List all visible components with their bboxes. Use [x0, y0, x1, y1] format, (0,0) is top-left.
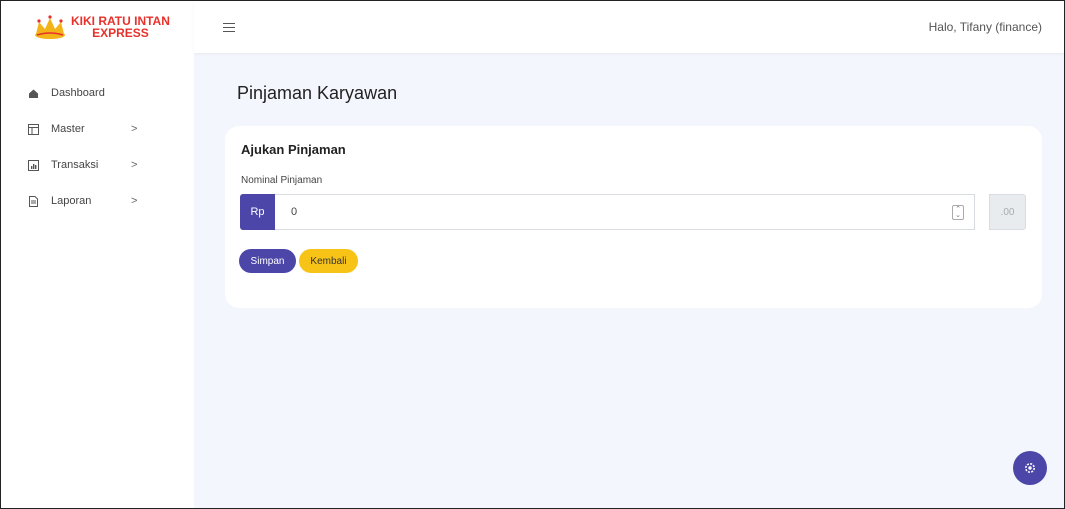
sidebar-item-dashboard[interactable]: Dashboard: [1, 75, 194, 111]
amount-input-group: Rp 0 ⌃ ⌄ .00: [240, 194, 1026, 230]
sidebar-menu: Dashboard Master > Transaksi > Laporan >: [1, 75, 194, 219]
sidebar-item-label: Dashboard: [51, 87, 105, 99]
chevron-right-icon: >: [131, 123, 138, 135]
home-icon: [27, 87, 39, 99]
loan-amount-value: 0: [291, 206, 298, 218]
crown-icon: [35, 15, 65, 39]
sidebar: KIKI RATU INTAN EXPRESS Dashboard Master…: [1, 1, 194, 508]
loan-amount-input[interactable]: 0 ⌃ ⌄: [275, 194, 975, 230]
number-spinner-icon[interactable]: ⌃ ⌄: [952, 205, 964, 220]
save-button[interactable]: Simpan: [239, 249, 296, 273]
table-icon: [27, 123, 39, 135]
document-icon: [27, 195, 39, 207]
back-button[interactable]: Kembali: [299, 249, 358, 273]
loan-form-card: Ajukan Pinjaman Nominal Pinjaman Rp 0 ⌃ ⌄…: [225, 126, 1042, 308]
amount-label: Nominal Pinjaman: [241, 175, 323, 186]
gear-icon: [1025, 463, 1035, 473]
chevron-right-icon: >: [131, 195, 138, 207]
brand-logo[interactable]: KIKI RATU INTAN EXPRESS: [1, 1, 194, 53]
chevron-right-icon: >: [131, 159, 138, 171]
top-bar: Halo, Tifany (finance): [194, 1, 1064, 53]
sidebar-item-label: Master: [51, 123, 85, 135]
sidebar-item-transaksi[interactable]: Transaksi >: [1, 147, 194, 183]
page-title: Pinjaman Karyawan: [237, 83, 398, 103]
settings-fab[interactable]: [1013, 451, 1047, 485]
user-greeting[interactable]: Halo, Tifany (finance): [929, 20, 1042, 34]
sidebar-item-master[interactable]: Master >: [1, 111, 194, 147]
sidebar-item-label: Transaksi: [51, 159, 99, 171]
decimal-suffix: .00: [989, 194, 1026, 230]
brand-name: KIKI RATU INTAN EXPRESS: [71, 15, 170, 39]
hamburger-menu-icon[interactable]: [223, 23, 235, 33]
sidebar-item-laporan[interactable]: Laporan >: [1, 183, 194, 219]
app-window: KIKI RATU INTAN EXPRESS Dashboard Master…: [0, 0, 1065, 509]
sidebar-item-label: Laporan: [51, 195, 92, 207]
card-title: Ajukan Pinjaman: [241, 142, 346, 157]
brand-line-2: EXPRESS: [92, 26, 149, 40]
chart-icon: [27, 159, 39, 171]
currency-prefix: Rp: [240, 194, 275, 230]
